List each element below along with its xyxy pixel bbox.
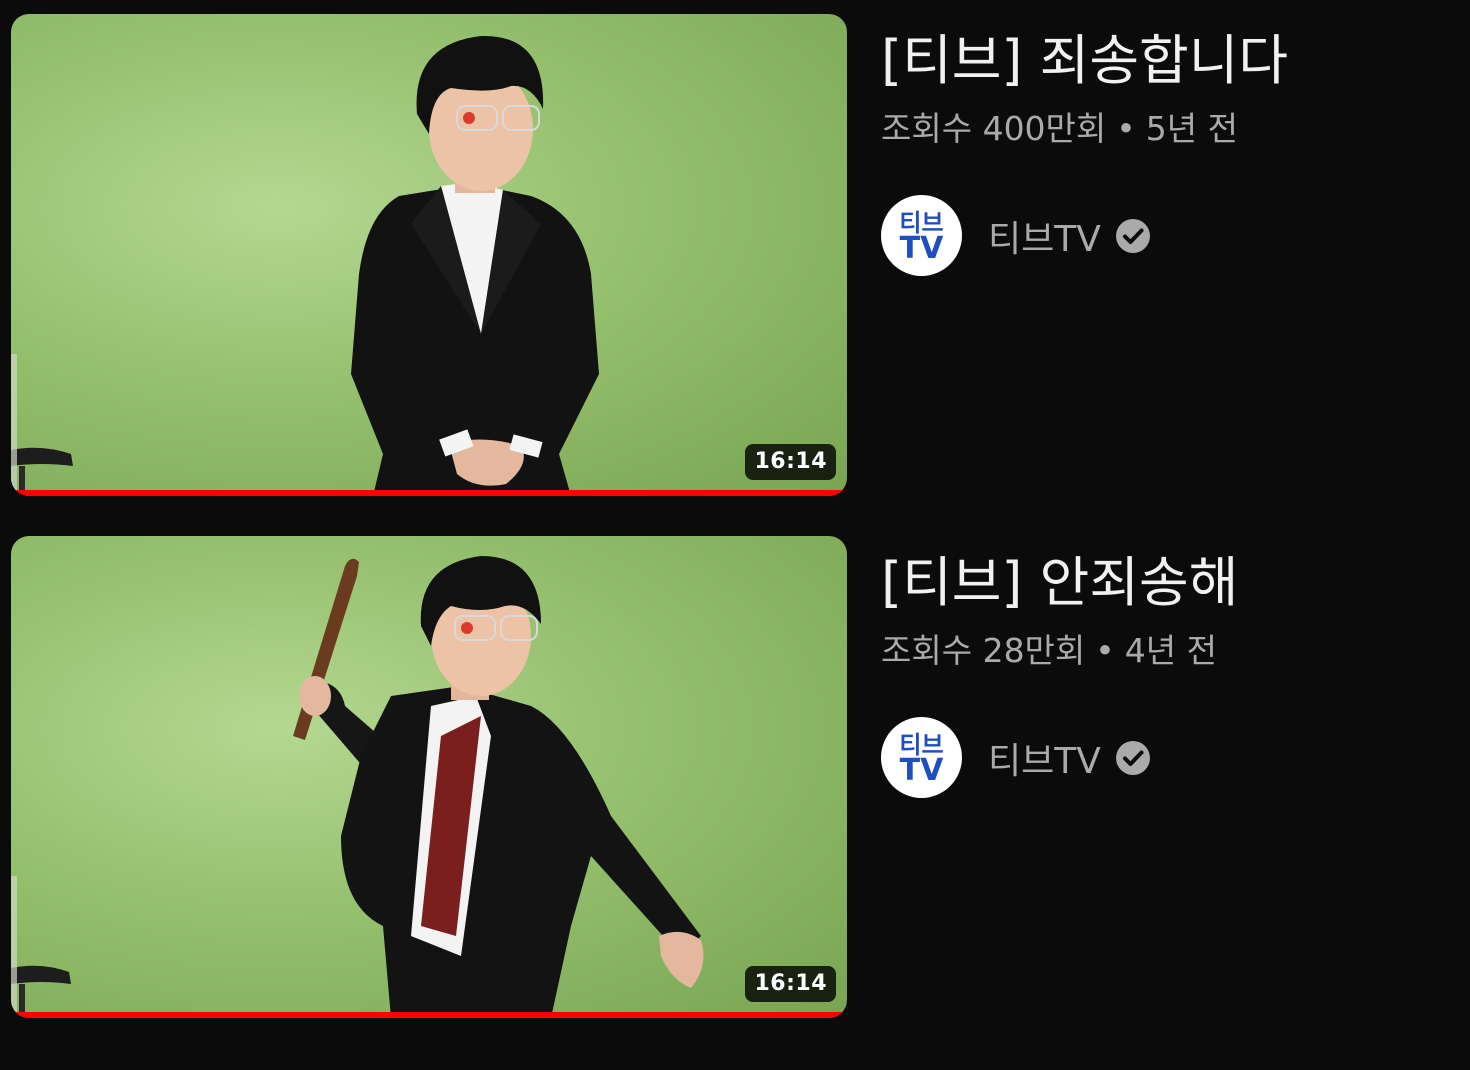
separator-dot: • <box>1116 109 1136 148</box>
channel-info[interactable]: 티브 TV 티브TV <box>881 717 1151 798</box>
verified-check-icon <box>1115 740 1150 775</box>
video-details: [티브] 안죄송해 조회수 28만회 • 4년 전 티브 TV 티브TV <box>881 544 1451 798</box>
video-details: [티브] 죄송합니다 조회수 400만회 • 5년 전 티브 TV 티브TV <box>881 22 1451 276</box>
video-feed: 16:14 [티브] 죄송합니다 조회수 400만회 • 5년 전 티브 TV 티브… <box>0 0 1470 1070</box>
video-stats: 조회수 400만회 • 5년 전 <box>881 100 1451 158</box>
verified-check-icon <box>1115 218 1150 253</box>
video-duration: 16:14 <box>745 444 836 480</box>
video-title[interactable]: [티브] 죄송합니다 <box>881 22 1451 100</box>
view-count: 조회수 400만회 <box>881 109 1107 148</box>
upload-age: 5년 전 <box>1145 109 1238 148</box>
watch-progress-bar <box>11 490 847 496</box>
separator-dot: • <box>1095 631 1115 670</box>
video-duration: 16:14 <box>745 966 836 1002</box>
channel-avatar[interactable]: 티브 TV <box>881 195 962 276</box>
video-item[interactable]: 16:14 [티브] 죄송합니다 조회수 400만회 • 5년 전 티브 TV 티브… <box>0 0 1470 496</box>
video-item[interactable]: 16:14 [티브] 안죄송해 조회수 28만회 • 4년 전 티브 TV 티브TV <box>0 522 1470 1018</box>
channel-name[interactable]: 티브TV <box>988 210 1101 262</box>
channel-info[interactable]: 티브 TV 티브TV <box>881 195 1151 276</box>
watch-progress-bar <box>11 1012 847 1018</box>
view-count: 조회수 28만회 <box>881 631 1086 670</box>
video-thumbnail[interactable]: 16:14 <box>11 536 847 1018</box>
video-title[interactable]: [티브] 안죄송해 <box>881 544 1451 622</box>
upload-age: 4년 전 <box>1124 631 1217 670</box>
avatar-text-line2: TV <box>899 230 944 266</box>
thumbnail-image <box>11 35 599 496</box>
channel-name[interactable]: 티브TV <box>988 732 1101 784</box>
thumbnail-image <box>11 556 704 1018</box>
channel-avatar[interactable]: 티브 TV <box>881 717 962 798</box>
avatar-text-line2: TV <box>899 752 944 788</box>
video-thumbnail[interactable]: 16:14 <box>11 14 847 496</box>
video-stats: 조회수 28만회 • 4년 전 <box>881 622 1451 680</box>
